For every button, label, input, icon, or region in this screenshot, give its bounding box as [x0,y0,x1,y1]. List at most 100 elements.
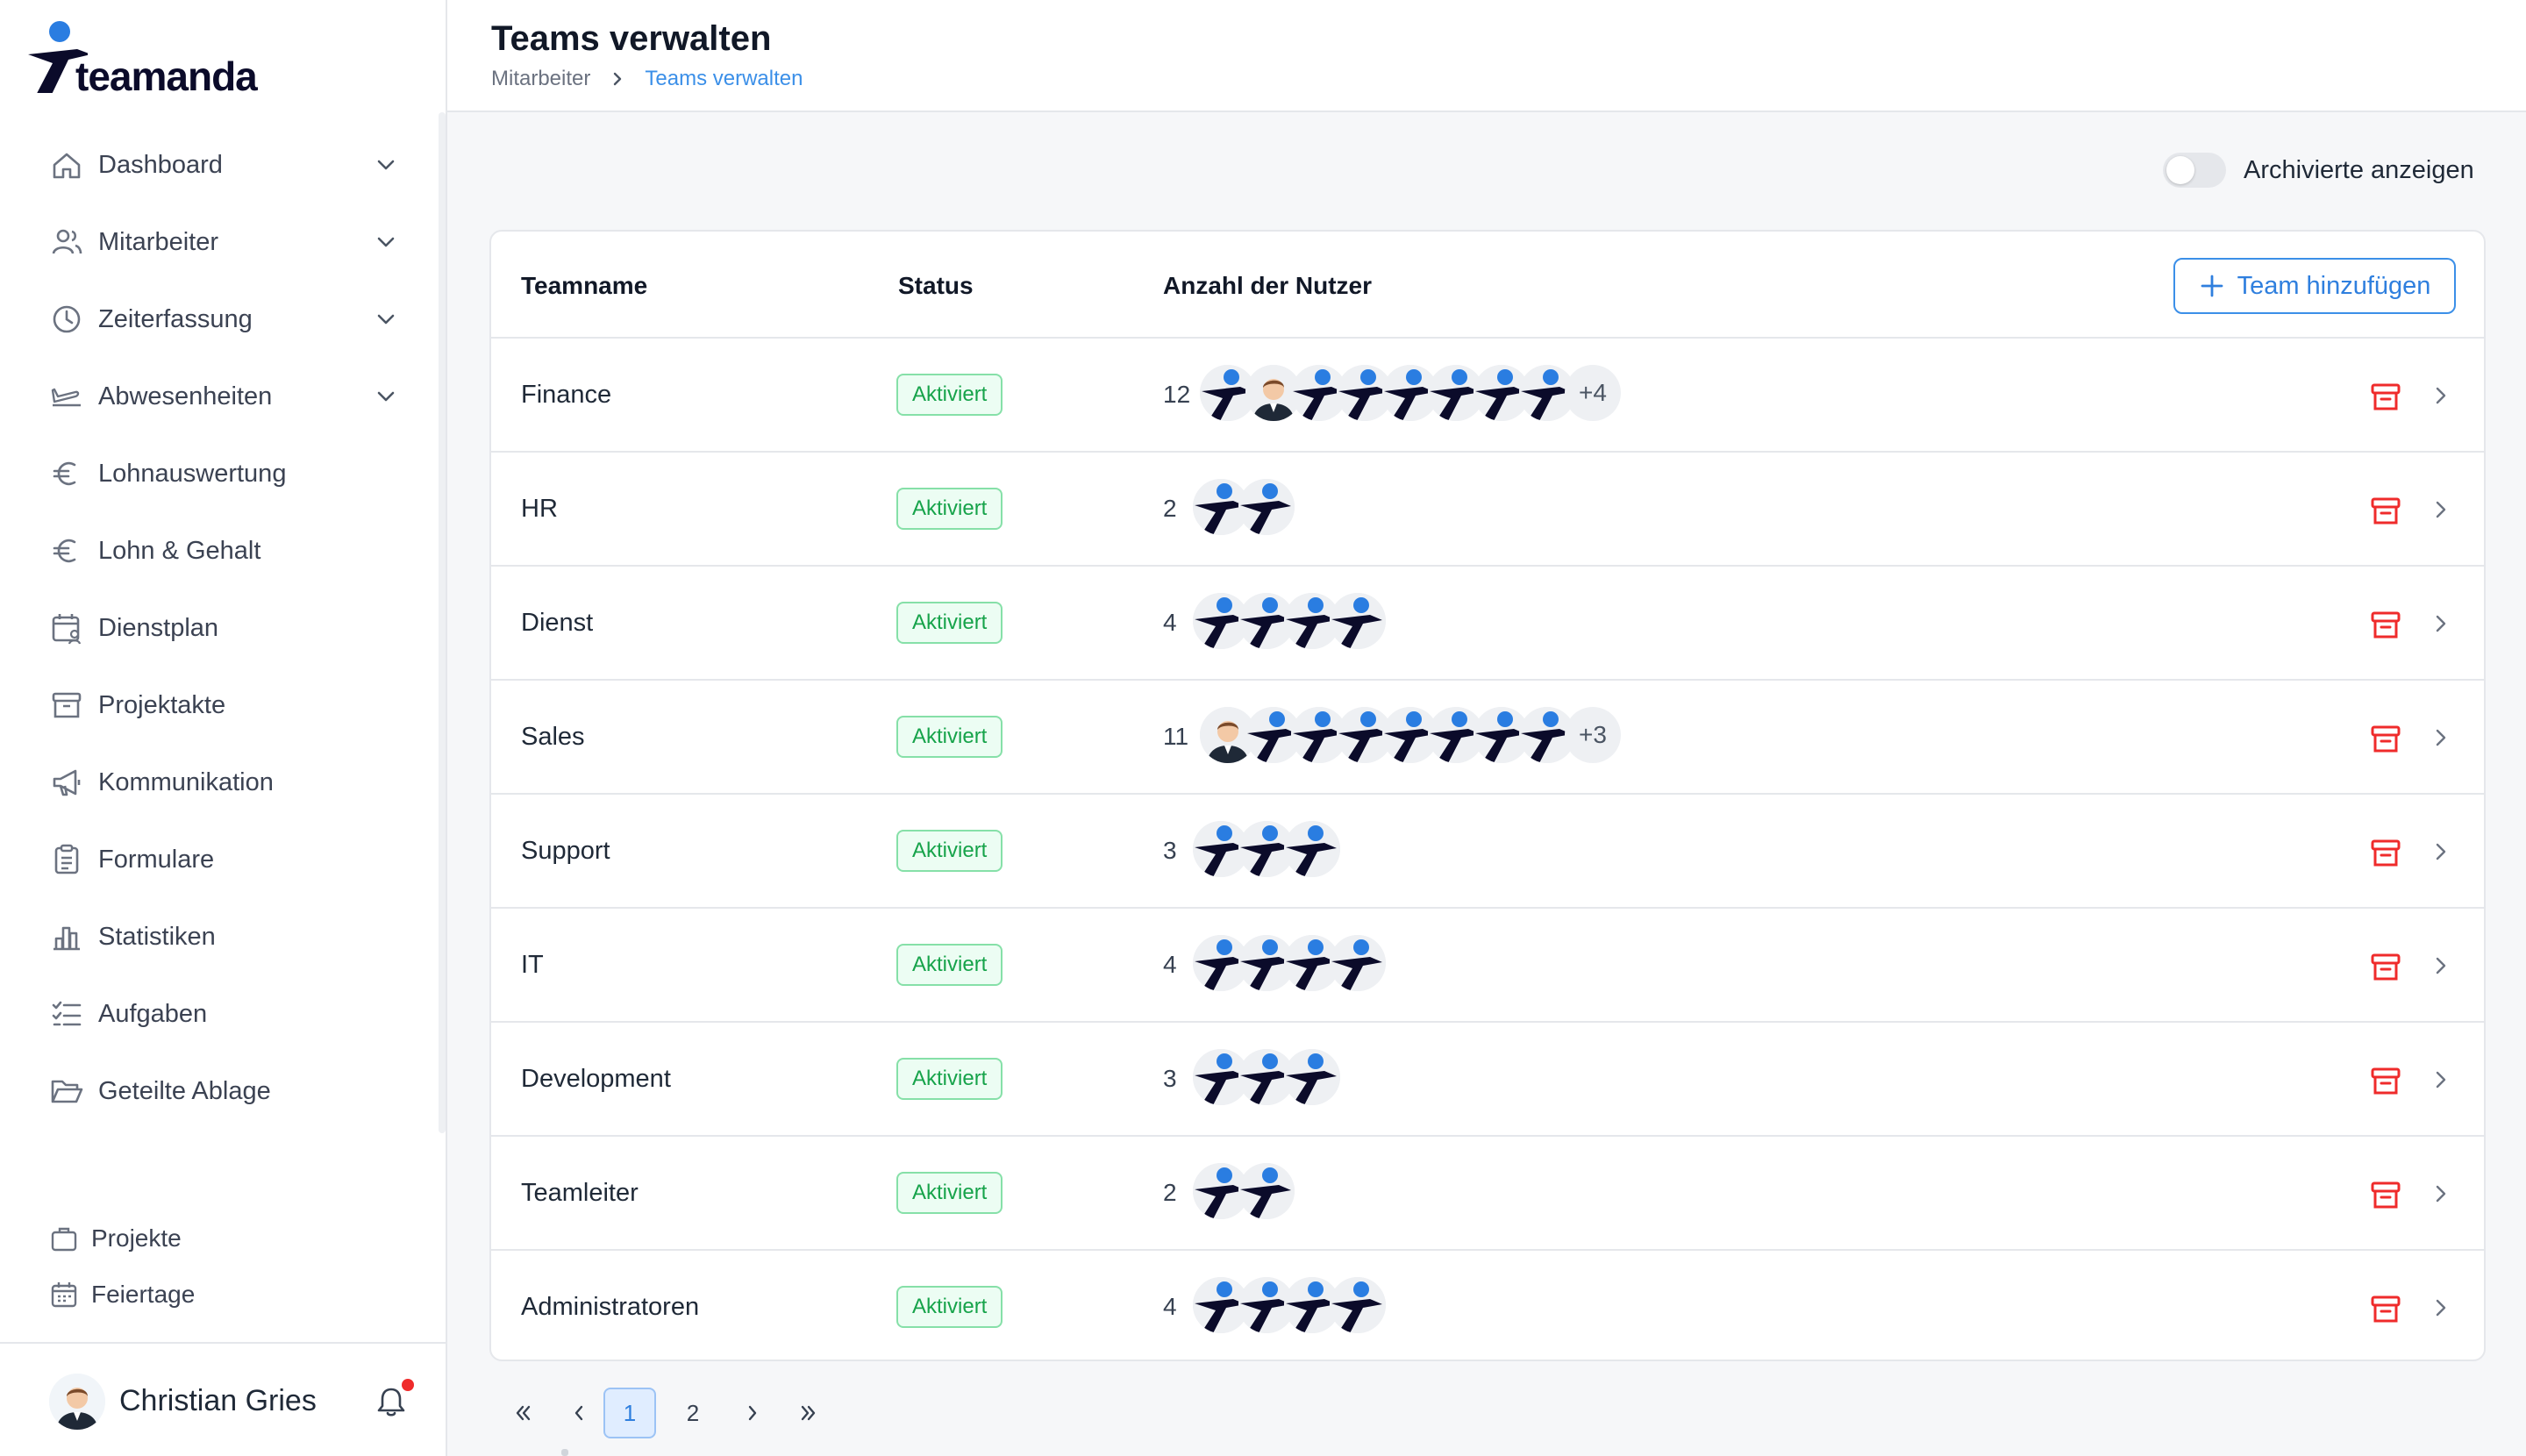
status-badge: Aktiviert [896,488,1003,530]
sidebar-subitem-feiertage[interactable]: Feiertage [0,1267,439,1323]
chevron-down-icon[interactable] [372,228,400,256]
more-members-badge[interactable]: +3 [1565,707,1621,763]
clock-icon [53,305,81,333]
chevron-down-icon[interactable] [372,382,400,410]
archive-icon[interactable] [2368,379,2403,414]
sidebar-item-statistiken[interactable]: Statistiken [0,898,439,975]
sidebar-subitem-projekte[interactable]: Projekte [0,1210,439,1267]
sidebar-item-zeiterfassung[interactable]: Zeiterfassung [0,281,439,358]
chevron-right-icon[interactable] [2428,1295,2454,1321]
user-avatar[interactable] [49,1374,105,1430]
chevron-right-icon[interactable] [2428,382,2454,409]
team-name: Administratoren [521,1293,700,1321]
chevron-right-icon[interactable] [2428,496,2454,523]
chevron-right-icon[interactable] [2428,953,2454,979]
chevron-right-icon[interactable] [2428,839,2454,865]
column-header-user-count: Anzahl der Nutzer [1163,272,1373,299]
notification-dot [402,1379,414,1391]
archive-icon[interactable] [2368,607,2403,642]
archived-toggle-label: Archivierte anzeigen [2244,155,2474,184]
sidebar-item-mitarbeiter[interactable]: Mitarbeiter [0,203,439,281]
archive-icon[interactable] [2368,493,2403,528]
sidebar-subitem-label: Projekte [91,1224,182,1252]
chevron-right-icon[interactable] [2428,724,2454,751]
status-badge: Aktiviert [896,1286,1003,1328]
archive-icon[interactable] [2368,721,2403,756]
page-header: Teams verwalten Mitarbeiter Teams verwal… [447,0,2526,112]
table-row[interactable]: Administratoren Aktiviert 4 [491,1251,2484,1360]
person-avatar-icon [49,1374,105,1430]
status-badge: Aktiviert [896,716,1003,758]
sidebar-item-kommunikation[interactable]: Kommunikation [0,744,439,821]
table-row[interactable]: Finance Aktiviert 12 +4 [491,339,2484,453]
breadcrumb-item-mitarbeiter[interactable]: Mitarbeiter [491,67,590,91]
sidebar-item-lohn-gehalt[interactable]: Lohn & Gehalt [0,512,439,589]
page-button-1[interactable]: 1 [603,1388,656,1438]
teamanda-logo[interactable]: teamanda [26,19,258,99]
user-count: 4 [1163,951,1177,978]
team-name: Finance [521,381,612,409]
table-row[interactable]: Development Aktiviert 3 [491,1023,2484,1137]
user-count: 2 [1163,495,1177,522]
team-name: Dienst [521,609,594,637]
archive-icon[interactable] [2368,1063,2403,1098]
user-profile-bar[interactable]: Christian Gries [0,1342,446,1456]
more-members-badge[interactable]: +4 [1565,365,1621,421]
sidebar-item-label: Statistiken [98,922,216,951]
brand-name: teamanda [75,54,258,99]
sidebar-item-projektakte[interactable]: Projektakte [0,667,439,744]
chevron-right-icon [614,72,622,86]
next-page-button[interactable] [726,1388,779,1438]
table-row[interactable]: HR Aktiviert 2 [491,453,2484,567]
archive-box-icon [52,692,82,718]
sidebar-item-geteilte-ablage[interactable]: Geteilte Ablage [0,1053,439,1130]
sidebar-item-lohnauswertung[interactable]: Lohnauswertung [0,435,439,512]
archive-icon[interactable] [2368,949,2403,984]
status-badge: Aktiviert [896,1172,1003,1214]
add-team-button[interactable]: Team hinzufügen [2173,258,2456,314]
add-team-label: Team hinzufügen [2237,271,2431,300]
user-count: 12 [1163,381,1191,408]
main-nav: Dashboard Mitarbeiter Zeiterfassung Abwesen… [0,126,439,1130]
table-row[interactable]: IT Aktiviert 4 [491,909,2484,1023]
folder-open-icon [51,1080,83,1103]
first-page-button[interactable] [496,1388,549,1438]
team-name: IT [521,951,544,979]
user-count: 11 [1163,723,1189,750]
archive-icon[interactable] [2368,1291,2403,1326]
status-badge: Aktiviert [896,944,1003,986]
table-row[interactable]: Support Aktiviert 3 [491,795,2484,909]
breadcrumb-item-current[interactable]: Teams verwalten [645,67,803,91]
teamanda-logo-avatar-icon [1330,593,1386,649]
team-name: Development [521,1065,671,1093]
sidebar-item-dashboard[interactable]: Dashboard [0,126,439,203]
teamanda-logo-avatar-icon [1284,821,1340,877]
team-name: Sales [521,723,585,751]
sidebar-item-label: Dashboard [98,150,223,179]
table-row[interactable]: Dienst Aktiviert 4 [491,567,2484,681]
prev-page-button[interactable] [553,1388,605,1438]
archived-toggle[interactable] [2163,153,2226,188]
sidebar-item-dienstplan[interactable]: Dienstplan [0,589,439,667]
sidebar-item-formulare[interactable]: Formulare [0,821,439,898]
chevron-down-icon[interactable] [372,151,400,179]
sidebar-item-abwesenheiten[interactable]: Abwesenheiten [0,358,439,435]
table-row[interactable]: Teamleiter Aktiviert 2 [491,1137,2484,1251]
sidebar-item-aufgaben[interactable]: Aufgaben [0,975,439,1053]
user-name: Christian Gries [119,1384,317,1417]
chevron-right-icon[interactable] [2428,1067,2454,1093]
team-name: HR [521,495,558,523]
chevron-right-icon[interactable] [2428,610,2454,637]
sidebar-item-label: Dienstplan [98,613,219,642]
team-name: Teamleiter [521,1179,639,1207]
table-row[interactable]: Sales Aktiviert 11 +3 [491,681,2484,795]
chevron-down-icon[interactable] [372,305,400,333]
last-page-button[interactable] [782,1388,835,1438]
chevron-right-icon[interactable] [2428,1181,2454,1207]
archive-icon[interactable] [2368,1177,2403,1212]
archive-icon[interactable] [2368,835,2403,870]
status-badge: Aktiviert [896,602,1003,644]
member-avatar [1238,1163,1295,1219]
sidebar-scrollbar[interactable] [439,112,446,1133]
page-button-2[interactable]: 2 [667,1388,719,1438]
